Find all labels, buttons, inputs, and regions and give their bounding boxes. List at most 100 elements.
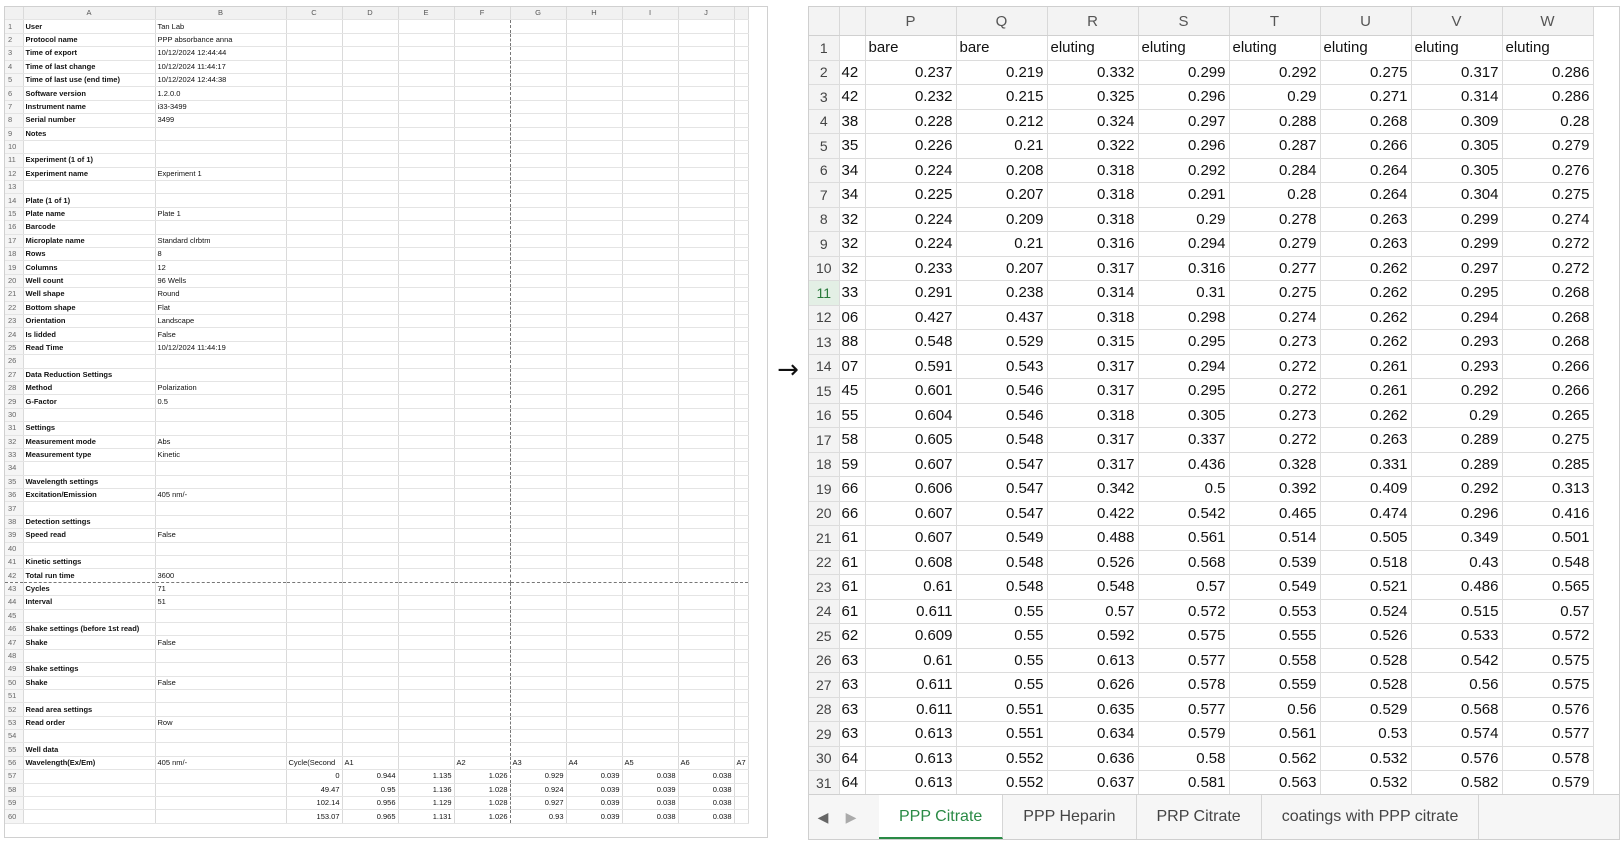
cell[interactable] (286, 568, 343, 583)
cell[interactable]: 0.286 (1502, 60, 1594, 85)
cell[interactable]: 0.331 (1320, 452, 1412, 477)
row-number[interactable]: 14 (809, 354, 840, 379)
cell[interactable] (734, 649, 749, 664)
cell[interactable] (510, 475, 567, 490)
cell[interactable]: 0.038 (622, 809, 679, 824)
cell[interactable]: 0.547 (956, 501, 1048, 526)
cell[interactable] (678, 207, 735, 222)
cell[interactable] (342, 742, 399, 757)
cell[interactable] (342, 716, 399, 731)
cell[interactable]: 0.275 (1502, 427, 1594, 453)
cell[interactable] (342, 100, 399, 115)
cell[interactable]: 61 (839, 574, 866, 600)
cell[interactable] (734, 381, 749, 396)
cell[interactable]: Measurement type (23, 448, 156, 463)
cell[interactable]: 8 (155, 247, 287, 262)
row-number[interactable]: 3 (809, 84, 840, 110)
cell[interactable]: eluting (1502, 35, 1594, 61)
cell[interactable] (342, 381, 399, 396)
cell[interactable]: 45 (839, 378, 866, 404)
cell[interactable] (23, 796, 156, 811)
cell[interactable]: 0.601 (865, 378, 957, 404)
cell[interactable]: 0.548 (1502, 550, 1594, 575)
cell[interactable] (510, 542, 567, 557)
cell[interactable]: 0.548 (956, 550, 1048, 575)
cell[interactable] (286, 461, 343, 476)
cell[interactable]: 0.55 (956, 648, 1048, 673)
cell[interactable]: bare (865, 35, 957, 61)
cell[interactable] (23, 408, 156, 423)
cell[interactable] (155, 140, 287, 155)
cell[interactable]: 63 (839, 721, 866, 747)
cell[interactable]: 0.55 (956, 672, 1048, 698)
row-number[interactable]: 6 (5, 86, 24, 101)
row-number[interactable]: 57 (5, 769, 24, 784)
cell[interactable]: 0.558 (1229, 648, 1321, 673)
cell[interactable]: 0.318 (1047, 158, 1139, 183)
cell[interactable] (622, 274, 679, 289)
cell[interactable] (342, 341, 399, 356)
cell[interactable]: 0.275 (1320, 60, 1412, 85)
cell[interactable]: 0.309 (1411, 109, 1503, 134)
cell[interactable]: Measurement mode (23, 435, 156, 449)
cell[interactable]: 0.58 (1138, 746, 1230, 771)
cell[interactable]: 0.279 (1229, 231, 1321, 257)
cell[interactable]: Read order (23, 716, 156, 731)
cell[interactable]: Software version (23, 86, 156, 101)
cell[interactable] (734, 542, 749, 557)
cell[interactable] (454, 33, 511, 48)
cell[interactable] (155, 742, 287, 757)
cell[interactable]: 0.944 (342, 769, 399, 784)
cell[interactable]: 0.212 (956, 109, 1048, 134)
cell[interactable] (678, 341, 735, 356)
cell[interactable]: 0.568 (1411, 697, 1503, 722)
cell[interactable]: 0.291 (865, 280, 957, 306)
cell[interactable] (155, 796, 287, 811)
cell[interactable]: 0.576 (1502, 697, 1594, 722)
row-number[interactable]: 10 (5, 140, 24, 155)
cell[interactable] (155, 461, 287, 476)
row-number[interactable]: 4 (809, 109, 840, 134)
cell[interactable] (286, 555, 343, 570)
cell[interactable]: 3499 (155, 113, 287, 128)
cell[interactable]: 0.526 (1047, 550, 1139, 575)
cell[interactable] (286, 314, 343, 329)
cell[interactable] (342, 662, 399, 677)
cell[interactable] (342, 408, 399, 423)
cell[interactable] (566, 716, 623, 731)
cell[interactable]: Data Reduction Settings (23, 368, 156, 382)
cell[interactable]: 0.039 (566, 809, 623, 824)
cell[interactable]: 0.274 (1229, 305, 1321, 330)
cell[interactable] (566, 301, 623, 315)
cell[interactable] (678, 301, 735, 315)
sheet-tab[interactable]: coatings with PPP citrate (1262, 795, 1480, 839)
cell[interactable]: 10/12/2024 11:44:17 (155, 60, 287, 74)
cell[interactable]: 0.225 (865, 182, 957, 208)
cell[interactable]: 0.317 (1047, 354, 1139, 379)
cell[interactable]: Flat (155, 301, 287, 315)
cell[interactable]: 0.604 (865, 403, 957, 428)
cell[interactable] (398, 354, 455, 369)
cell[interactable]: 0.296 (1138, 133, 1230, 159)
cell[interactable]: 0.5 (1138, 476, 1230, 502)
cell[interactable] (622, 314, 679, 329)
cell[interactable] (622, 622, 679, 637)
cell[interactable] (622, 609, 679, 623)
cell[interactable] (510, 528, 567, 543)
cell[interactable] (622, 435, 679, 449)
column-header[interactable]: V (1411, 7, 1503, 36)
cell[interactable]: 0.277 (1229, 256, 1321, 281)
row-number[interactable]: 15 (809, 378, 840, 404)
cell[interactable] (286, 716, 343, 731)
cell[interactable]: 58 (839, 427, 866, 453)
cell[interactable]: 0.268 (1502, 329, 1594, 355)
cell[interactable] (398, 488, 455, 503)
cell[interactable] (286, 167, 343, 182)
cell[interactable]: 0.272 (1229, 378, 1321, 404)
cell[interactable] (454, 702, 511, 717)
cell[interactable] (454, 247, 511, 262)
cell[interactable] (678, 501, 735, 516)
cell[interactable] (454, 622, 511, 637)
cell[interactable]: 0.313 (1502, 476, 1594, 502)
cell[interactable] (510, 461, 567, 476)
